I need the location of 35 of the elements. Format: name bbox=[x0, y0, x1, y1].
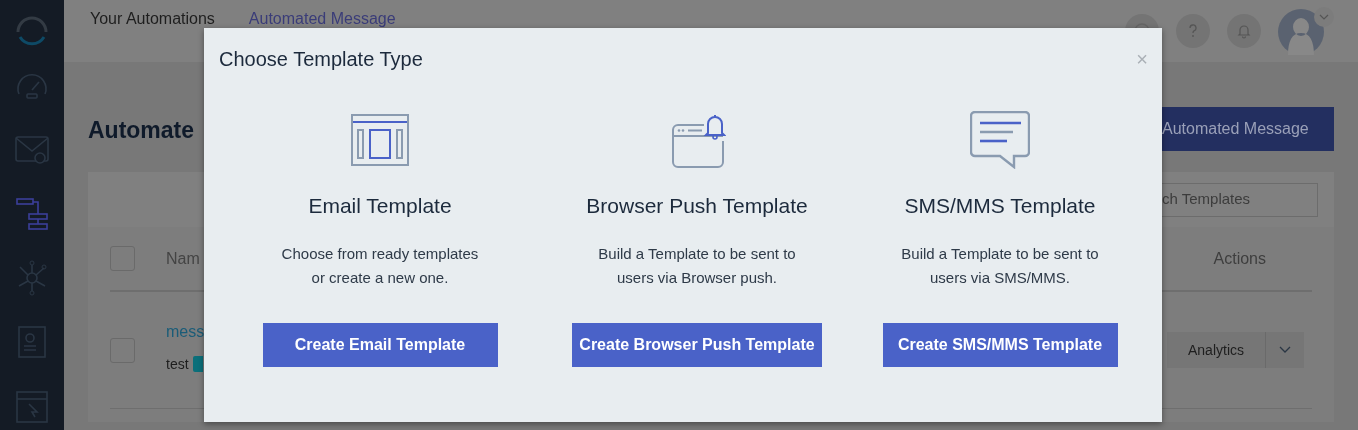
option-description: users via SMS/MMS. bbox=[929, 268, 1070, 288]
chevron-down-icon[interactable] bbox=[1279, 346, 1291, 354]
option-description: Build a Template to be sent to bbox=[901, 244, 1099, 264]
contact-card-icon[interactable] bbox=[16, 324, 48, 360]
template-description: test bbox=[166, 354, 189, 374]
column-header: Actions bbox=[1213, 248, 1266, 269]
chat-message-icon bbox=[970, 111, 1030, 169]
flow-icon[interactable] bbox=[14, 196, 50, 232]
option-description: Choose from ready templates bbox=[281, 244, 479, 264]
analytics-button[interactable]: Analytics bbox=[1166, 332, 1266, 368]
mail-icon[interactable] bbox=[14, 134, 50, 166]
dialog-title: Choose Template Type bbox=[219, 47, 423, 72]
option-description: users via Browser push. bbox=[616, 268, 778, 288]
help-icon[interactable] bbox=[1176, 14, 1210, 48]
search-field[interactable]: ch Templates bbox=[1162, 182, 1318, 217]
create-template-button[interactable]: Create Email Template bbox=[262, 323, 498, 367]
bell-icon[interactable] bbox=[1227, 14, 1261, 48]
create-template-button[interactable]: Create SMS/MMS Template bbox=[882, 323, 1118, 367]
analytics-split-button[interactable]: Analytics bbox=[1166, 332, 1304, 368]
breadcrumb-link[interactable]: Your Automations bbox=[90, 7, 215, 31]
browser-cursor-icon[interactable] bbox=[14, 389, 50, 423]
tag-badge bbox=[192, 356, 203, 372]
option-title: SMS/MMS Template bbox=[904, 193, 1096, 219]
breadcrumb-link[interactable]: Automated Message bbox=[248, 7, 396, 31]
new-automated-message-button[interactable]: Automated Message bbox=[1162, 106, 1334, 151]
column-header: Nam bbox=[166, 248, 200, 269]
page-heading: Automate bbox=[88, 116, 195, 146]
avatar-icon[interactable] bbox=[1278, 9, 1324, 55]
option-description: Build a Template to be sent to bbox=[598, 244, 796, 264]
close-button[interactable]: × bbox=[1136, 46, 1148, 72]
option-title: Browser Push Template bbox=[586, 193, 808, 219]
layout-template-icon bbox=[351, 114, 409, 166]
option-title: Email Template bbox=[308, 193, 452, 219]
create-template-button[interactable]: Create Browser Push Template bbox=[572, 323, 822, 367]
option-description: or create a new one. bbox=[311, 268, 449, 288]
